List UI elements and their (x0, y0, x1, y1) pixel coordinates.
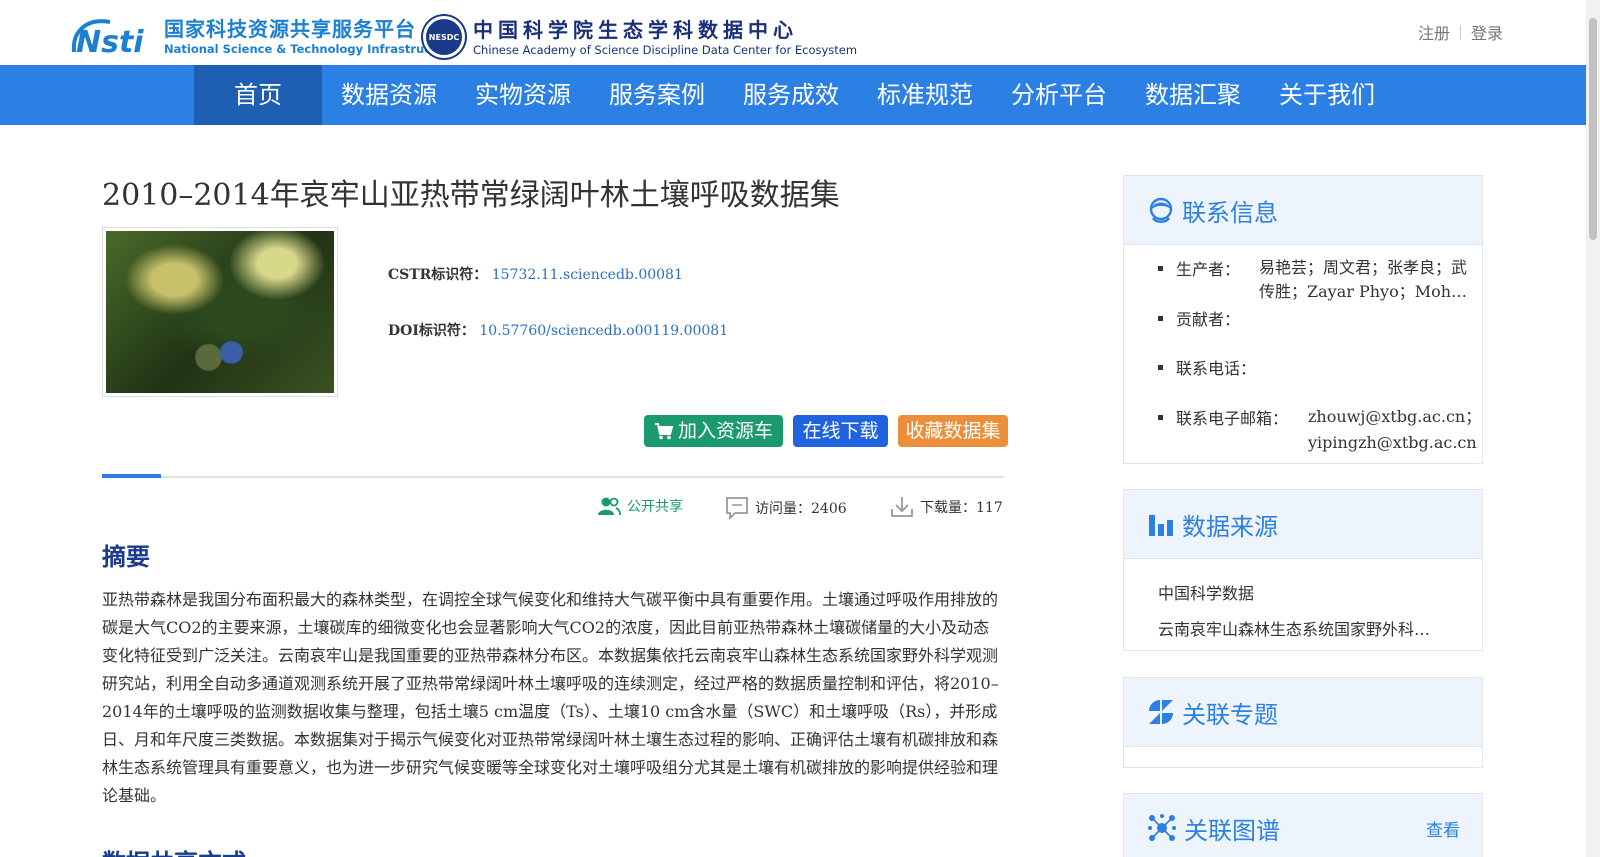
share-method-heading: 数据共享方式 (102, 843, 246, 857)
add-to-cart-label: 加入资源车 (677, 420, 773, 442)
related-graph-panel: 关联图谱 查看 (1123, 793, 1483, 857)
email-row: 联系电子邮箱： zhouwj@xtbg.ac.cn；yipingzh@xtbg.… (1158, 405, 1481, 452)
download-count-text: 下载量：117 (920, 500, 1003, 516)
nav-item-8[interactable]: 关于我们 (1260, 65, 1394, 125)
users-icon (598, 497, 621, 516)
data-source-panel: 数据来源 中国科学数据 云南哀牢山森林生态系统国家野外科… (1123, 489, 1483, 651)
online-download-button[interactable]: 在线下载 (793, 415, 888, 447)
nav-item-6[interactable]: 分析平台 (992, 65, 1126, 125)
dataset-title: 2010–2014年哀牢山亚热带常绿阔叶林土壤呼吸数据集 (102, 178, 840, 213)
related-topic-header: 关联专题 (1124, 678, 1482, 747)
nsti-logo[interactable]: Nsti 国家科技资源共享服务平台 National Science & Tec… (70, 16, 459, 60)
favorite-dataset-button[interactable]: 收藏数据集 (898, 415, 1008, 447)
visit-count-text: 访问量：2406 (755, 501, 847, 517)
contributor-row: 贡献者： (1158, 306, 1240, 330)
cstr-link[interactable]: 15732.11.sciencedb.00081 (492, 267, 683, 283)
phone-row: 联系电话： (1158, 355, 1256, 379)
nav-item-7[interactable]: 数据汇聚 (1126, 65, 1260, 125)
network-icon (1148, 814, 1176, 841)
data-source-title: 数据来源 (1182, 512, 1278, 541)
related-topic-panel: 关联专题 (1123, 677, 1483, 768)
main-nav: 首页 数据资源 实物资源 服务案例 服务成效 标准规范 分析平台 数据汇聚 关于我们 (0, 65, 1600, 125)
tab-divider (102, 474, 1004, 478)
nesdc-en-name: Chinese Academy of Science Discipline Da… (473, 43, 858, 57)
contact-panel-header: 联系信息 (1124, 176, 1482, 245)
action-buttons: 加入资源车 在线下载 收藏数据集 (644, 415, 1008, 447)
view-graph-link[interactable]: 查看 (1426, 816, 1460, 841)
nsti-logo-text: Nsti (76, 25, 144, 56)
person-icon (1149, 197, 1173, 223)
nesdc-cn-name: 中国科学院生态学科数据中心 (473, 18, 798, 42)
nav-item-3[interactable]: 服务案例 (590, 65, 724, 125)
phone-label: 联系电话： (1176, 359, 1257, 378)
producer-row: 生产者： 易艳芸；周文君；张孝良；武传胜；Zayar Phyo；Moh… (1158, 256, 1467, 301)
visit-count: 访问量：2406 (725, 496, 847, 520)
source-item-2[interactable]: 云南哀牢山森林生态系统国家野外科… (1158, 616, 1458, 640)
related-topic-title: 关联专题 (1182, 700, 1278, 729)
doi-identifier: DOI标识符： 10.57760/sciencedb.o00119.00081 (388, 320, 728, 340)
producer-label: 生产者： (1176, 260, 1241, 279)
nav-item-4[interactable]: 服务成效 (724, 65, 858, 125)
email-label: 联系电子邮箱： (1176, 409, 1289, 428)
abstract-text: 亚热带森林是我国分布面积最大的森林类型，在调控全球气候变化和维持大气碳平衡中具有… (102, 590, 999, 805)
contact-panel: 联系信息 生产者： 易艳芸；周文君；张孝良；武传胜；Zayar Phyo；Moh… (1123, 175, 1483, 464)
top-bar: Nsti 国家科技资源共享服务平台 National Science & Tec… (0, 0, 1600, 65)
tab-active-indicator[interactable] (102, 474, 161, 478)
bullet (1158, 415, 1163, 420)
add-to-cart-button[interactable]: 加入资源车 (644, 415, 783, 447)
topic-icon (1149, 700, 1173, 724)
auth-links: 注册 登录 (1418, 20, 1503, 44)
register-link[interactable]: 注册 (1418, 20, 1450, 44)
doi-link[interactable]: 10.57760/sciencedb.o00119.00081 (479, 323, 728, 339)
data-source-header: 数据来源 (1124, 490, 1482, 559)
forest-photo (106, 231, 334, 393)
nsti-cn-name: 国家科技资源共享服务平台 (164, 17, 416, 41)
nav-item-5[interactable]: 标准规范 (858, 65, 992, 125)
contact-panel-title: 联系信息 (1182, 198, 1278, 227)
nsti-en-name: National Science & Technology Infrastruc… (164, 42, 459, 56)
bullet (1158, 316, 1163, 321)
page-scrollbar[interactable] (1586, 0, 1600, 857)
cstr-identifier: CSTR标识符： 15732.11.sciencedb.00081 (388, 264, 683, 284)
scrollbar-thumb[interactable] (1589, 18, 1597, 240)
nesdc-logo[interactable]: NESDC 中国科学院生态学科数据中心 Chinese Academy of S… (423, 16, 857, 58)
nsti-logo-mark: Nsti (70, 16, 156, 60)
producer-value: 易艳芸；周文君；张孝良；武传胜；Zayar Phyo；Moh… (1259, 258, 1468, 301)
bullet (1158, 266, 1163, 271)
cart-icon (654, 423, 674, 440)
doi-label: DOI标识符： (388, 323, 475, 339)
comment-icon (726, 497, 748, 520)
open-share-label: 公开共享 (627, 499, 683, 515)
bullet (1158, 365, 1163, 370)
cstr-label: CSTR标识符： (388, 267, 488, 283)
abstract-heading: 摘要 (102, 542, 150, 571)
nav-item-0[interactable]: 首页 (194, 65, 322, 125)
login-link[interactable]: 登录 (1471, 20, 1503, 44)
dataset-thumbnail (102, 227, 338, 397)
open-share-status: 公开共享 (597, 496, 683, 516)
contributor-label: 贡献者： (1176, 310, 1241, 329)
related-graph-header: 关联图谱 查看 (1124, 794, 1482, 857)
source-item-1[interactable]: 中国科学数据 (1158, 580, 1254, 604)
nav-item-2[interactable]: 实物资源 (456, 65, 590, 125)
download-icon (891, 497, 913, 517)
related-graph-title: 关联图谱 (1184, 816, 1280, 845)
email-value: zhouwj@xtbg.ac.cn；yipingzh@xtbg.ac.cn (1308, 407, 1482, 452)
auth-divider (1460, 24, 1462, 40)
download-count: 下载量：117 (890, 496, 1003, 518)
nav-item-1[interactable]: 数据资源 (322, 65, 456, 125)
bar-chart-icon (1149, 515, 1173, 536)
nesdc-badge-icon: NESDC (423, 16, 465, 58)
